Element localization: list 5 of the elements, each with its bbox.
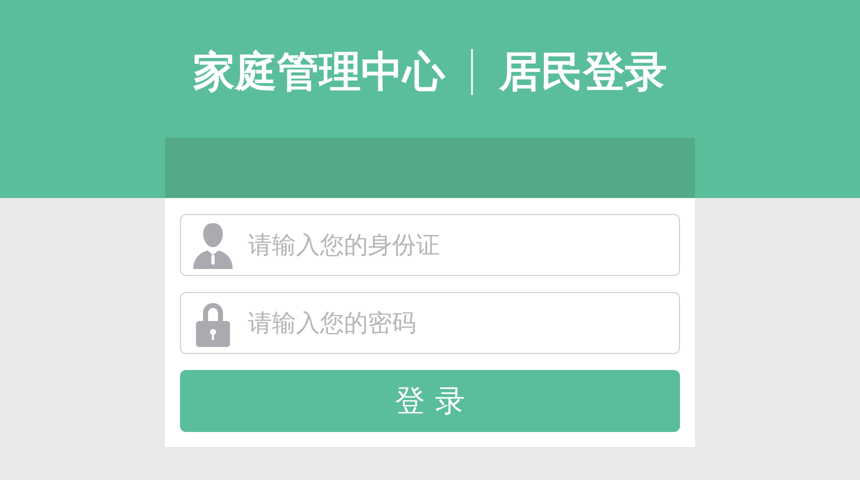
site-title: 家庭管理中心 <box>193 46 445 98</box>
id-number-field[interactable]: 请输入您的身份证 <box>180 214 680 276</box>
password-field[interactable]: 请输入您的密码 <box>180 292 680 354</box>
login-button[interactable]: 登 录 <box>180 370 680 432</box>
page-title: 居民登录 <box>499 46 667 98</box>
